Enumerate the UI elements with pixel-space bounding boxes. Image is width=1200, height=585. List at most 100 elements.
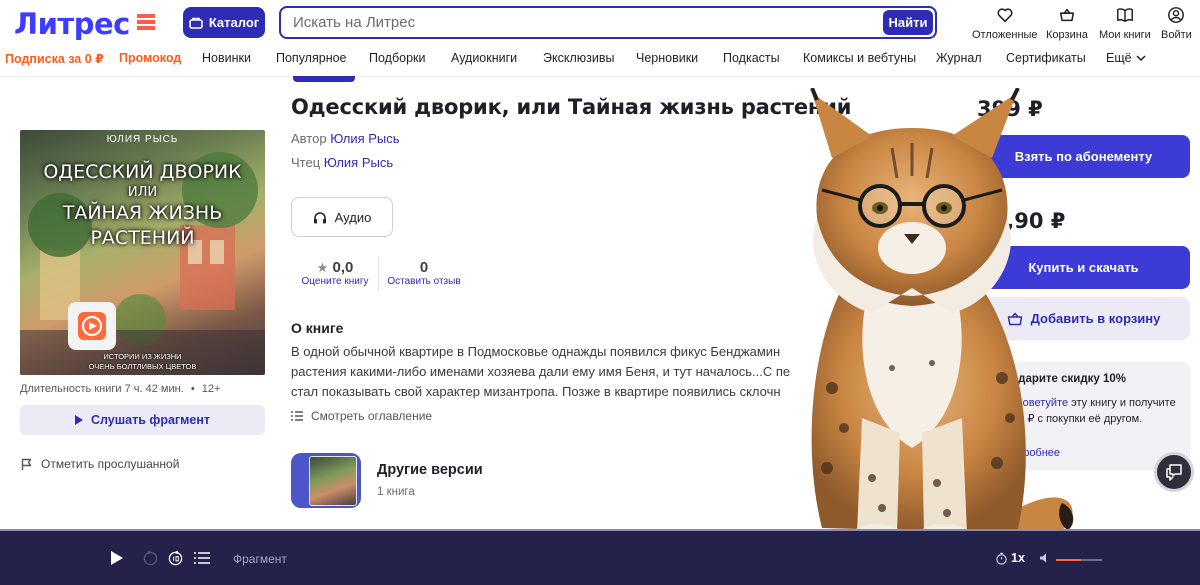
- headphones-icon: [313, 211, 326, 223]
- logo-mark-icon: [137, 14, 155, 32]
- about-heading: О книге: [291, 320, 344, 336]
- reviews-count: 0: [419, 259, 429, 276]
- play-icon: [111, 551, 123, 565]
- cover-title-line: ТАЙНАЯ ЖИЗНЬ: [62, 202, 223, 224]
- play-icon: [74, 415, 83, 425]
- catalog-icon: [189, 17, 203, 29]
- nav-more-label: Ещё: [1106, 51, 1132, 65]
- author-label: Автор: [291, 131, 327, 146]
- nav-subscription[interactable]: Подписка за 0 ₽: [5, 51, 104, 66]
- cart-label: Корзина: [1046, 29, 1088, 41]
- reviews-block[interactable]: 0 Оставить отзыв: [385, 259, 463, 287]
- cover-subtitle-line: ИСТОРИИ ИЗ ЖИЗНИ: [103, 352, 182, 361]
- reader-line: Чтец Юлия Рысь: [291, 155, 393, 170]
- nav-promocode[interactable]: Промокод: [119, 51, 181, 65]
- rate-book-link[interactable]: Оцените книгу: [299, 276, 371, 287]
- lynx-mascot: [810, 88, 1074, 548]
- user-icon: [1168, 7, 1185, 23]
- flag-icon: [21, 458, 32, 470]
- nav-podcasts[interactable]: Подкасты: [723, 51, 780, 65]
- author-link[interactable]: Юлия Рысь: [330, 131, 399, 146]
- mark-listened-label: Отметить прослушанной: [41, 457, 180, 471]
- rating-divider: [378, 256, 379, 290]
- login-label: Войти: [1161, 29, 1192, 41]
- cover-title-line: ОДЕССКИЙ ДВОРИК: [43, 161, 242, 183]
- reader-label: Чтец: [291, 155, 321, 170]
- duration-info: Длительность книги 7 ч. 42 мин. • 12+: [20, 383, 221, 395]
- list-icon: [291, 411, 303, 421]
- nav-certificates[interactable]: Сертификаты: [1006, 51, 1086, 65]
- logo[interactable]: Литрес: [14, 7, 130, 41]
- feedback-button[interactable]: [1154, 452, 1194, 492]
- top-tag: [293, 76, 355, 82]
- player-forward-button[interactable]: [166, 549, 184, 567]
- rating-number: 0,0: [332, 259, 354, 276]
- chat-icon: [1166, 464, 1182, 481]
- star-icon: ★: [316, 260, 329, 275]
- player-track-label: Фрагмент: [233, 552, 287, 566]
- site-header: Литрес Каталог Найти Отложенные Корзина …: [0, 0, 1200, 76]
- player-volume-button[interactable]: [1039, 549, 1051, 567]
- audiobook-icon: [78, 312, 106, 340]
- cover-author: ЮЛИЯ РЫСЬ: [106, 134, 179, 145]
- login-button[interactable]: Войти: [1161, 6, 1192, 41]
- player-playlist-button[interactable]: [193, 549, 211, 567]
- other-versions-heading[interactable]: Другие версии: [377, 462, 483, 478]
- search-button[interactable]: Найти: [883, 10, 933, 35]
- nav-exclusives[interactable]: Эксклюзивы: [543, 51, 614, 65]
- player-rewind-button[interactable]: [141, 549, 159, 567]
- leave-review-link[interactable]: Оставить отзыв: [385, 276, 463, 287]
- toc-label: Смотреть оглавление: [311, 409, 433, 423]
- chevron-down-icon: [1136, 55, 1146, 61]
- catalog-button[interactable]: Каталог: [183, 7, 265, 38]
- cover-title-line: ИЛИ: [127, 185, 158, 200]
- listen-fragment-label: Слушать фрагмент: [90, 413, 210, 427]
- rewind-icon: [143, 550, 157, 565]
- duration-text: Длительность книги 7 ч. 42 мин.: [20, 383, 184, 395]
- rating-block[interactable]: ★ 0,0 Оцените книгу: [299, 259, 371, 287]
- nav-new[interactable]: Новинки: [202, 51, 251, 65]
- nav-collections[interactable]: Подборки: [369, 51, 425, 65]
- volume-icon: [1039, 553, 1046, 563]
- my-books-label: Мои книги: [1099, 29, 1151, 41]
- nav-popular[interactable]: Популярное: [276, 51, 347, 65]
- my-books-button[interactable]: Мои книги: [1099, 6, 1151, 41]
- audiobook-badge: [68, 302, 116, 350]
- favorites-label: Отложенные: [972, 29, 1038, 41]
- player-play-button[interactable]: [110, 549, 124, 567]
- other-versions-thumbnail[interactable]: [291, 453, 361, 508]
- timer-icon: [995, 552, 1007, 565]
- author-line: Автор Юлия Рысь: [291, 131, 400, 146]
- listen-fragment-button[interactable]: Слушать фрагмент: [20, 405, 265, 435]
- volume-level: [1056, 559, 1082, 561]
- player-sleep-timer-button[interactable]: [994, 549, 1008, 567]
- catalog-label: Каталог: [208, 15, 260, 30]
- favorites-button[interactable]: Отложенные: [972, 6, 1038, 41]
- header-divider: [0, 76, 1200, 77]
- book-cover[interactable]: ЮЛИЯ РЫСЬ ОДЕССКИЙ ДВОРИК ИЛИ ТАЙНАЯ ЖИЗ…: [20, 130, 265, 375]
- player-volume-slider[interactable]: [1056, 559, 1102, 561]
- format-audio-button[interactable]: Аудио: [291, 197, 393, 237]
- basket-icon: [1059, 8, 1075, 22]
- other-versions-count: 1 книга: [377, 486, 415, 498]
- cover-title-line: РАСТЕНИЙ: [90, 227, 195, 249]
- audio-player: Фрагмент 1x: [0, 531, 1200, 585]
- mark-listened-button[interactable]: Отметить прослушанной: [21, 457, 179, 471]
- nav-drafts[interactable]: Черновики: [636, 51, 698, 65]
- search-box: Найти: [279, 6, 937, 39]
- toc-link[interactable]: Смотреть оглавление: [291, 409, 432, 423]
- nav-more[interactable]: Ещё: [1106, 51, 1146, 65]
- nav-journal[interactable]: Журнал: [936, 51, 982, 65]
- nav-comics[interactable]: Комиксы и вебтуны: [803, 51, 916, 65]
- search-input[interactable]: [293, 14, 883, 31]
- rating-value: ★ 0,0: [299, 259, 371, 276]
- list-icon: [194, 552, 210, 564]
- about-text: В одной обычной квартире в Подмосковье о…: [291, 344, 791, 399]
- reader-link[interactable]: Юлия Рысь: [324, 155, 393, 170]
- cart-header-button[interactable]: Корзина: [1046, 6, 1088, 41]
- book-title: Одесский дворик, или Тайная жизнь растен…: [291, 95, 852, 119]
- cover-subtitle: ИСТОРИИ ИЗ ЖИЗНИ ОЧЕНЬ БОЛТЛИВЫХ ЦВЕТОВ: [20, 352, 265, 372]
- player-speed-button[interactable]: 1x: [1011, 551, 1025, 565]
- format-label: Аудио: [334, 209, 372, 225]
- nav-audiobooks[interactable]: Аудиокниги: [451, 51, 517, 65]
